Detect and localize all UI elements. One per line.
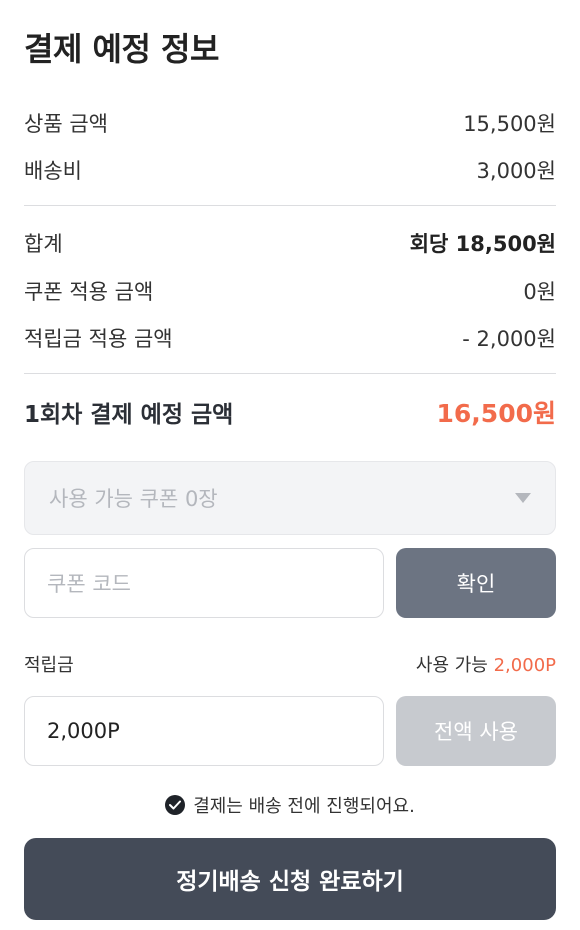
points-available-amount: 2,000P <box>493 655 556 676</box>
points-input-value: 2,000P <box>47 719 120 743</box>
product-amount-label: 상품 금액 <box>24 112 108 136</box>
coupon-discount-row: 쿠폰 적용 금액 0원 <box>24 276 556 306</box>
coupon-confirm-button[interactable]: 확인 <box>396 548 556 618</box>
points-available-label: 사용 가능 <box>415 655 488 676</box>
shipping-fee-value: 3,000원 <box>476 159 556 183</box>
coupon-select[interactable]: 사용 가능 쿠폰 0장 <box>24 461 556 535</box>
sum-label: 합계 <box>24 232 63 256</box>
sum-value: 회당 18,500원 <box>409 232 556 256</box>
use-all-points-button[interactable]: 전액 사용 <box>396 696 556 766</box>
payment-notice-text: 결제는 배송 전에 진행되어요. <box>193 796 415 817</box>
divider <box>24 205 556 206</box>
check-circle-icon <box>165 795 186 815</box>
page-title: 결제 예정 정보 <box>24 30 219 68</box>
points-discount-value: - 2,000원 <box>462 327 556 351</box>
coupon-code-input[interactable]: 쿠폰 코드 <box>24 548 384 618</box>
points-discount-row: 적립금 적용 금액 - 2,000원 <box>24 323 556 353</box>
caret-down-icon <box>515 493 531 503</box>
product-amount-value: 15,500원 <box>463 112 556 136</box>
coupon-select-placeholder: 사용 가능 쿠폰 0장 <box>49 487 218 511</box>
points-header: 적립금 사용 가능 2,000P <box>24 651 556 677</box>
shipping-fee-row: 배송비 3,000원 <box>24 155 556 185</box>
points-input[interactable]: 2,000P <box>24 696 384 766</box>
sum-row: 합계 회당 18,500원 <box>24 228 556 258</box>
first-payment-total-label: 1회차 결제 예정 금액 <box>24 402 234 428</box>
payment-notice: 결제는 배송 전에 진행되어요. <box>0 792 580 818</box>
coupon-code-placeholder: 쿠폰 코드 <box>47 572 131 596</box>
product-amount-row: 상품 금액 15,500원 <box>24 108 556 138</box>
divider <box>24 373 556 374</box>
first-payment-total-row: 1회차 결제 예정 금액 16,500원 <box>24 394 556 430</box>
points-discount-label: 적립금 적용 금액 <box>24 327 173 351</box>
shipping-fee-label: 배송비 <box>24 159 82 183</box>
coupon-discount-label: 쿠폰 적용 금액 <box>24 280 154 304</box>
first-payment-total-value: 16,500원 <box>436 399 556 428</box>
points-label: 적립금 <box>24 655 74 676</box>
coupon-discount-value: 0원 <box>523 280 556 304</box>
subscribe-complete-button[interactable]: 정기배송 신청 완료하기 <box>24 838 556 920</box>
points-available: 사용 가능 2,000P <box>416 651 556 677</box>
